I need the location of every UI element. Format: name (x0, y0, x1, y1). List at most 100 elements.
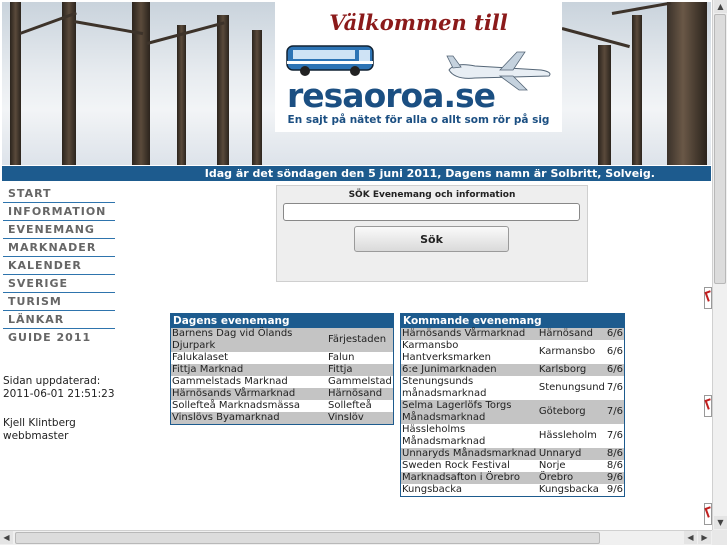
scroll-left-arrow-icon[interactable]: ◀ (0, 531, 13, 544)
last-updated-timestamp: 2011-06-01 21:51:23 (3, 388, 115, 400)
table-row[interactable]: Härnösands Vårmarknad Härnösand 6/6 (400, 328, 625, 340)
tree-branch (611, 2, 672, 15)
event-name[interactable]: Sollefteå Marknadsmässa (170, 400, 327, 412)
nav-item-start[interactable]: START (3, 185, 115, 203)
event-name[interactable]: Falukalaset (170, 352, 327, 364)
event-date: 6/6 (605, 340, 625, 364)
tree-trunk (62, 2, 76, 165)
nav-item-evenemang[interactable]: EVENEMANG (3, 221, 115, 239)
table-row[interactable]: Fittja Marknad Fittja (170, 364, 394, 376)
upcoming-events-header: Kommande evenemang (400, 313, 625, 328)
horizontal-scrollbar-thumb[interactable] (15, 532, 600, 544)
nav-item-sverige[interactable]: SVERIGE (3, 275, 115, 293)
vertical-scrollbar[interactable]: ▲ ▼ (712, 0, 727, 530)
event-name[interactable]: Unnaryds Månadsmarknad (400, 448, 538, 460)
last-updated-label: Sidan uppdaterad: (3, 375, 101, 387)
last-updated: Sidan uppdaterad: 2011-06-01 21:51:23 (3, 375, 115, 401)
table-row[interactable]: Marknadsafton i Örebro Örebro 9/6 (400, 472, 625, 484)
side-ad-banner[interactable] (704, 503, 712, 525)
event-place: Fittja (327, 364, 394, 376)
tree-trunk (217, 15, 229, 165)
table-row[interactable]: Gammelstads Marknad Gammelstad (170, 376, 394, 388)
event-name[interactable]: Stenungsunds månadsmarknad (400, 376, 538, 400)
table-row[interactable]: Karmansbo Hantverksmarken Karmansbo 6/6 (400, 340, 625, 364)
event-place: Karmansbo (537, 340, 606, 364)
nav-item-kalender[interactable]: KALENDER (3, 257, 115, 275)
table-row[interactable]: Barnens Dag vid Ölands Djurpark Färjestad… (170, 328, 394, 352)
search-button[interactable]: Sök (354, 226, 509, 252)
event-name[interactable]: Vinslövs Byamarknad (170, 412, 327, 425)
header-banner: Välkommen till resaoroa.se En sajt på nä… (2, 2, 711, 165)
table-row[interactable]: Kungsbacka Kungsbacka 9/6 (400, 484, 625, 497)
table-row[interactable]: 6:e Junimarknaden Karlsborg 6/6 (400, 364, 625, 376)
scrollbar-corner (712, 530, 727, 545)
bus-icon (286, 45, 374, 76)
horizontal-scrollbar[interactable]: ◀ ◀ ▶ (0, 530, 712, 545)
event-name[interactable]: Härnösands Vårmarknad (170, 388, 327, 400)
nav-item-marknader[interactable]: MARKNADER (3, 239, 115, 257)
event-name[interactable]: Sweden Rock Festival (400, 460, 538, 472)
table-row[interactable]: Sollefteå Marknadsmässa Sollefteå (170, 400, 394, 412)
event-name[interactable]: Härnösands Vårmarknad (400, 328, 538, 340)
scroll-down-arrow-icon[interactable]: ▼ (714, 516, 727, 529)
event-name[interactable]: Marknadsafton i Örebro (400, 472, 538, 484)
event-place: Gammelstad (327, 376, 394, 388)
tree-trunk (667, 2, 707, 165)
event-date: 8/6 (605, 460, 625, 472)
webmaster-name: Kjell Klintberg (3, 417, 76, 429)
event-date: 7/6 (605, 400, 625, 424)
tree-trunk (132, 2, 150, 165)
table-row[interactable]: Vinslövs Byamarknad Vinslöv (170, 412, 394, 425)
event-place: Karlsborg (537, 364, 606, 376)
table-row[interactable]: Härnösands Vårmarknad Härnösand (170, 388, 394, 400)
search-input[interactable] (283, 203, 580, 221)
tree-trunk (10, 2, 21, 165)
webmaster-info: Kjell Klintberg webbmaster (3, 417, 76, 443)
nav-item-lankar[interactable]: LÄNKAR (3, 311, 115, 329)
nav-item-guide-2011[interactable]: GUIDE 2011 (3, 329, 115, 346)
nav-item-information[interactable]: INFORMATION (3, 203, 115, 221)
tree-trunk (632, 15, 642, 165)
site-logo[interactable]: Välkommen till resaoroa.se En sajt på nä… (275, 2, 562, 132)
search-panel: SÖK Evenemang och information Sök (276, 185, 588, 282)
search-title: SÖK Evenemang och information (348, 190, 516, 200)
event-name[interactable]: Barnens Dag vid Ölands Djurpark (170, 328, 327, 352)
event-date: 7/6 (605, 376, 625, 400)
scroll-up-arrow-icon[interactable]: ▲ (714, 0, 727, 13)
site-name: resaoroa.se (287, 76, 496, 115)
event-name[interactable]: Selma Lagerlöfs Torgs Månadsmarknad (400, 400, 538, 424)
event-place: Örebro (537, 472, 606, 484)
vertical-scrollbar-thumb[interactable] (714, 14, 726, 284)
event-name[interactable]: Karmansbo Hantverksmarken (400, 340, 538, 364)
event-date: 6/6 (605, 328, 625, 340)
side-ad-banner[interactable] (704, 287, 712, 309)
table-row[interactable]: Selma Lagerlöfs Torgs Månadsmarknad Göteb… (400, 400, 625, 424)
event-name[interactable]: 6:e Junimarknaden (400, 364, 538, 376)
event-date: 8/6 (605, 448, 625, 460)
table-row[interactable]: Sweden Rock Festival Norje 8/6 (400, 460, 625, 472)
event-place: Härnösand (327, 388, 394, 400)
tree-trunk (598, 45, 611, 165)
event-name[interactable]: Hässleholms Månadsmarknad (400, 424, 538, 448)
event-place: Härnösand (537, 328, 606, 340)
webmaster-role: webbmaster (3, 430, 69, 442)
scroll-left-arrow-icon[interactable]: ◀ (684, 531, 697, 544)
site-tagline: En sajt på nätet för alla o allt som rör… (287, 114, 550, 126)
event-name[interactable]: Kungsbacka (400, 484, 538, 497)
event-place: Sollefteå (327, 400, 394, 412)
main-nav: START INFORMATION EVENEMANG MARKNADER KA… (3, 185, 115, 346)
side-ad-banner[interactable] (704, 395, 712, 417)
event-place: Hässleholm (537, 424, 606, 448)
event-name[interactable]: Gammelstads Marknad (170, 376, 327, 388)
table-row[interactable]: Stenungsunds månadsmarknad Stenungsund 7/6 (400, 376, 625, 400)
event-place: Norje (537, 460, 606, 472)
scroll-right-arrow-icon[interactable]: ▶ (698, 531, 711, 544)
table-row[interactable]: Hässleholms Månadsmarknad Hässleholm 7/6 (400, 424, 625, 448)
date-bar: Idag är det söndagen den 5 juni 2011, Da… (2, 166, 711, 181)
table-row[interactable]: Falukalaset Falun (170, 352, 394, 364)
upcoming-events-table: Kommande evenemang Härnösands Vårmarknad… (400, 313, 625, 497)
nav-item-turism[interactable]: TURISM (3, 293, 115, 311)
table-row[interactable]: Unnaryds Månadsmarknad Unnaryd 8/6 (400, 448, 625, 460)
event-name[interactable]: Fittja Marknad (170, 364, 327, 376)
event-place: Färjestaden (327, 328, 394, 352)
